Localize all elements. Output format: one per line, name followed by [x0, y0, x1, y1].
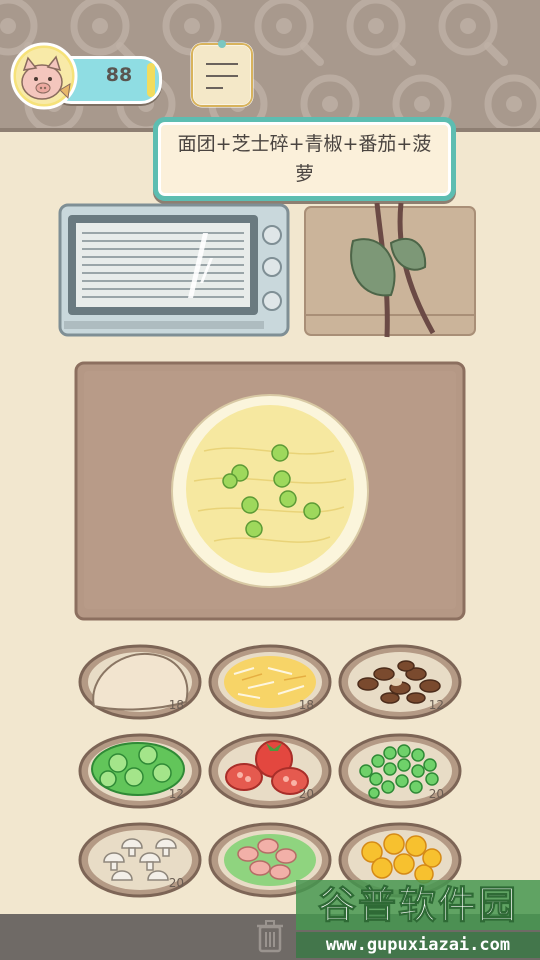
peas-count: 20 [428, 787, 444, 801]
watermark-title: 谷普软件园 [296, 880, 540, 930]
recipe-line-1: 面团+芝士碎+青椒+番茄+菠 [177, 133, 432, 155]
oven-icon [58, 203, 290, 337]
ingredient-peas[interactable]: 20 [338, 733, 462, 809]
ingredient-mushroom-white[interactable]: 20 [78, 822, 202, 898]
trash-button[interactable] [254, 919, 286, 957]
pizza-in-progress [171, 394, 369, 588]
watermark: 谷普软件园 www.gupuxiazai.com [296, 876, 540, 960]
mushroom-brown-count: 12 [428, 698, 444, 712]
ingredient-mushroom-brown[interactable]: 12 [338, 644, 462, 720]
ingredient-green-pepper[interactable]: 12 [78, 733, 202, 809]
ingredient-tomato[interactable]: 20 [208, 733, 332, 809]
tomato-count: 20 [298, 787, 314, 801]
pig-chef-icon[interactable] [10, 42, 78, 114]
notepad-button[interactable] [189, 38, 255, 114]
recipe-text: 面团+芝士碎+青椒+番茄+菠 萝 [178, 129, 432, 189]
gift-box[interactable] [303, 202, 477, 343]
cutting-board[interactable] [74, 361, 466, 627]
oven[interactable] [58, 203, 290, 341]
cutting-board-icon [74, 361, 466, 621]
green-pepper-count: 12 [168, 787, 184, 801]
notepad-icon [190, 40, 254, 108]
score-value: 88 [105, 64, 133, 86]
cheese-count: 18 [298, 698, 314, 712]
trash-icon [257, 920, 283, 953]
ingredient-cheese[interactable]: 18 [208, 644, 332, 720]
gift-box-icon [304, 202, 476, 338]
ingredient-dough[interactable]: 18 [78, 644, 202, 720]
recipe-line-2: 萝 [294, 163, 314, 185]
mushroom-white-count: 20 [168, 876, 184, 890]
dough-count: 18 [168, 698, 184, 712]
recipe-card: 面团+芝士碎+青椒+番茄+菠 萝 [153, 117, 456, 201]
watermark-url: www.gupuxiazai.com [296, 932, 540, 958]
